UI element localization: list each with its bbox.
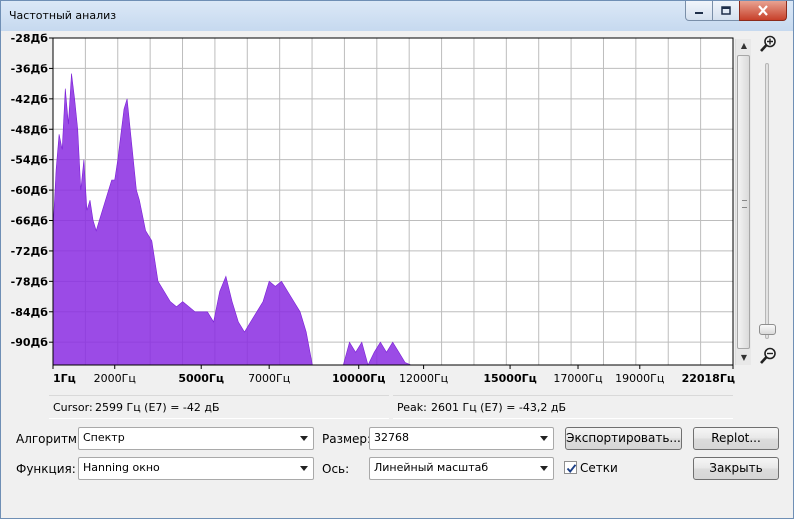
y-tick-label: -72Дб <box>11 245 49 258</box>
maximize-icon <box>721 6 731 15</box>
algorithm-value: Спектр <box>83 431 125 444</box>
window-title: Частотный анализ <box>9 9 117 22</box>
x-tick-label: 22018Гц <box>682 372 735 385</box>
x-tick-label: 17000Гц <box>553 372 602 385</box>
vertical-scrollbar[interactable]: ▲ ▼ <box>735 39 751 365</box>
y-axis-ticks: -28Дб -36Дб -42Дб -48Дб -54Дб -60Дб -66Дб -72Дб… <box>11 33 53 349</box>
y-tick-label: -78Дб <box>11 275 49 288</box>
axis-value: Линейный масштаб <box>374 461 489 474</box>
peak-value: 2601 Гц (E7) = -43,2 дБ <box>431 401 567 414</box>
size-value: 32768 <box>374 431 409 444</box>
minimize-button[interactable] <box>685 1 713 21</box>
scroll-up-arrow-icon[interactable]: ▲ <box>736 39 752 53</box>
x-tick-label: 2000Гц <box>94 372 136 385</box>
x-tick-label: 1Гц <box>53 372 76 385</box>
axis-select[interactable]: Линейный масштаб <box>369 457 554 480</box>
y-tick-label: -48Дб <box>11 123 49 136</box>
algorithm-label: Алгоритм: <box>16 432 82 446</box>
x-tick-label: 7000Гц <box>248 372 290 385</box>
scroll-down-arrow-icon[interactable]: ▼ <box>736 351 752 365</box>
y-tick-label: -84Дб <box>11 306 49 319</box>
minimize-icon <box>695 11 703 14</box>
zoom-out-icon[interactable] <box>759 347 777 365</box>
y-tick-label: -90Дб <box>11 336 49 349</box>
y-tick-label: -60Дб <box>11 184 49 197</box>
zoom-slider-thumb[interactable] <box>759 324 776 335</box>
y-tick-label: -66Дб <box>11 215 49 228</box>
function-label: Функция: <box>16 462 76 476</box>
x-tick-label: 10000Гц <box>332 372 385 385</box>
window-function-select[interactable]: Hanning окно <box>78 457 314 480</box>
zoom-slider-track[interactable] <box>765 63 769 339</box>
close-window-button[interactable] <box>739 1 787 21</box>
chevron-down-icon <box>300 436 308 441</box>
cursor-readout: Cursor: 2599 Гц (E7) = -42 дБ <box>49 395 389 419</box>
size-label: Размер: <box>322 432 372 446</box>
grid-checkbox-label[interactable]: Сетки <box>580 461 618 475</box>
cursor-label: Cursor: <box>53 401 93 414</box>
y-tick-label: -36Дб <box>11 62 49 75</box>
close-button[interactable]: Закрыть <box>693 457 779 480</box>
maximize-button[interactable] <box>712 1 740 21</box>
spectrum-plot-panel: -28Дб -36Дб -42Дб -48Дб -54Дб -60Дб -66Дб -72Дб… <box>9 33 753 389</box>
function-value: Hanning окно <box>83 461 160 474</box>
cursor-value: 2599 Гц (E7) = -42 дБ <box>95 401 220 414</box>
scrollbar-thumb[interactable] <box>737 55 750 349</box>
grid-checkbox[interactable] <box>564 461 577 474</box>
peak-label: Peak: <box>397 401 427 414</box>
zoom-in-icon[interactable] <box>759 35 777 53</box>
frequency-analysis-window: Частотный анализ -28Дб -36Дб -42Дб -48Дб -54… <box>0 0 794 519</box>
chevron-down-icon <box>540 436 548 441</box>
export-button[interactable]: Экспортировать... <box>565 427 682 450</box>
thumb-grip <box>742 200 747 208</box>
y-tick-label: -54Дб <box>11 154 49 167</box>
algorithm-select[interactable]: Спектр <box>78 427 314 450</box>
y-tick-label: -28Дб <box>11 33 49 45</box>
y-tick-label: -42Дб <box>11 93 49 106</box>
title-bar[interactable]: Частотный анализ <box>1 1 793 31</box>
peak-readout: Peak: 2601 Гц (E7) = -43,2 дБ <box>393 395 733 419</box>
x-tick-label: 19000Гц <box>615 372 664 385</box>
chevron-down-icon <box>540 466 548 471</box>
x-tick-label: 5000Гц <box>178 372 224 385</box>
x-axis-ticks: 1Гц 2000Гц 5000Гц 7000Гц 10000Гц 12000Гц 15000… <box>52 365 735 385</box>
axis-label: Ось: <box>322 462 350 476</box>
replot-button[interactable]: Replot... <box>693 427 779 450</box>
chevron-down-icon <box>300 466 308 471</box>
size-select[interactable]: 32768 <box>369 427 554 450</box>
x-tick-label: 15000Гц <box>483 372 536 385</box>
x-tick-label: 12000Гц <box>399 372 448 385</box>
close-icon <box>758 5 768 16</box>
checkmark-icon <box>566 464 577 473</box>
spectrum-chart[interactable]: -28Дб -36Дб -42Дб -48Дб -54Дб -60Дб -66Дб -72Дб… <box>9 33 753 389</box>
